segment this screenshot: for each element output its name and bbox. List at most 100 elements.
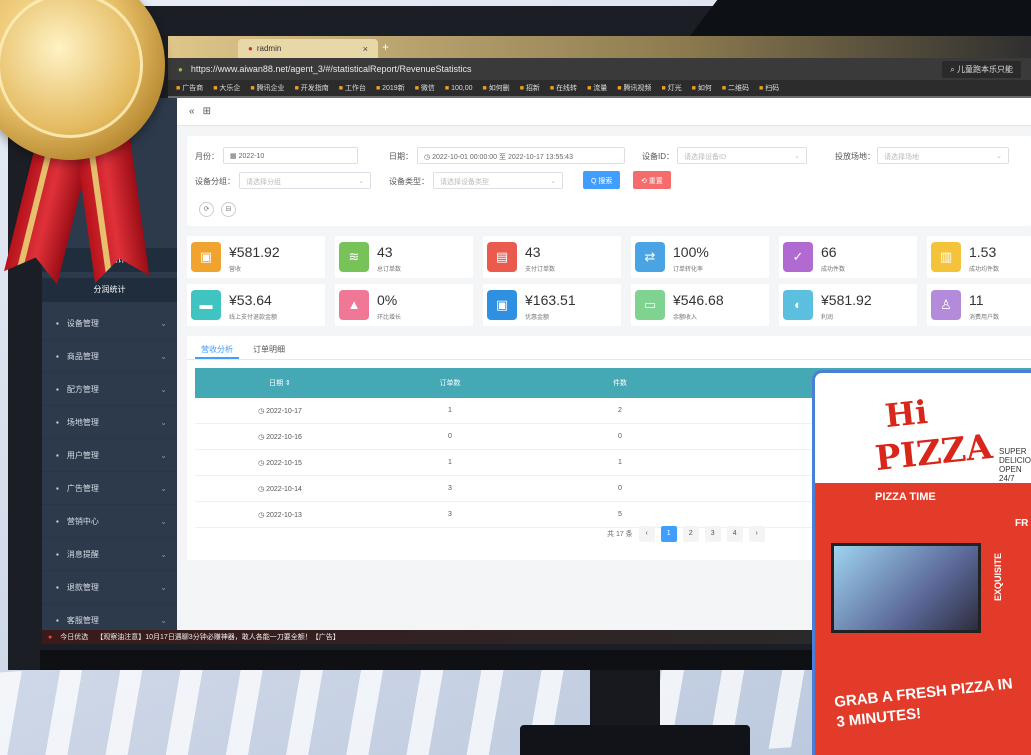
- bookmark-item[interactable]: 腾讯视频: [617, 83, 651, 93]
- venue-placeholder: 请选择场地: [884, 154, 919, 161]
- page-1[interactable]: 1: [660, 526, 677, 542]
- stat-card-value: ¥53.64: [229, 292, 272, 308]
- bookmark-item[interactable]: 工作台: [339, 83, 366, 93]
- sidebar-item[interactable]: ▪ 客服管理 ⌄: [42, 605, 177, 630]
- chevron-down-icon: ⌄: [160, 319, 167, 328]
- chevron-down-icon: ⌄: [550, 178, 556, 185]
- device-id-select[interactable]: 请选择设备ID ⌄: [677, 147, 807, 164]
- search-button[interactable]: Q 搜索: [583, 171, 621, 189]
- browser-tab[interactable]: ● radmin ×: [238, 39, 378, 58]
- chevron-down-icon: ⌄: [160, 484, 167, 493]
- tags-icon[interactable]: ⊞: [203, 106, 211, 117]
- stat-card-icon: ⇄: [635, 242, 665, 272]
- tab-bar: ● radmin × +: [168, 36, 1031, 58]
- tab-order-details[interactable]: 订单明细: [253, 336, 285, 359]
- bookmark-item[interactable]: 灯光: [661, 83, 682, 93]
- service-icon: ▪: [56, 616, 59, 625]
- bookmark-item[interactable]: 100,00: [445, 85, 472, 92]
- sidebar-item[interactable]: ▪ 消息提醒 ⌄: [42, 539, 177, 571]
- bookmark-item[interactable]: 腾讯企业: [250, 83, 285, 93]
- bookmark-item[interactable]: 微信: [415, 83, 435, 93]
- date-range-input[interactable]: ◷ 2022-10-01 00:00:00 至 2022-10-17 13:55…: [417, 147, 625, 164]
- columns-icon[interactable]: ⊟: [221, 202, 236, 217]
- sidebar-item[interactable]: ▪ 广告管理 ⌄: [42, 473, 177, 505]
- next-page-button[interactable]: ›: [748, 526, 765, 542]
- sidebar-item[interactable]: ▪ 设备管理 ⌄: [42, 308, 177, 340]
- monitor-icon: ▪: [56, 319, 59, 328]
- stat-card: ▤ 43 支付订单数: [483, 236, 621, 278]
- col-date[interactable]: 日期 ⇕: [195, 378, 365, 388]
- status-news[interactable]: 【观察油注意】10月17日遇聊3分钟必赚神器，敢人各能一刀要全额！【广告】: [96, 632, 339, 642]
- tab-revenue-analysis[interactable]: 营收分析: [195, 336, 239, 359]
- venue-label: 投放场地：: [835, 152, 875, 161]
- monitor-bezel-bottom: [40, 650, 820, 670]
- stat-card-label: 总订单数: [377, 267, 402, 273]
- sidebar-item-label: 退款管理: [66, 583, 99, 592]
- chevron-down-icon: ⌄: [996, 153, 1002, 160]
- sidebar-item-label: 设备管理: [66, 319, 99, 328]
- bookmark-item[interactable]: 如何删: [483, 83, 510, 93]
- type-placeholder: 请选择设备类型: [440, 179, 489, 186]
- clock-icon: ◷: [258, 459, 267, 467]
- bookmark-item[interactable]: 大乐企: [213, 83, 240, 93]
- cell-date-value: 2022-10-16: [266, 433, 302, 441]
- type-select[interactable]: 请选择设备类型 ⌄: [433, 172, 563, 189]
- sidebar-item[interactable]: ▪ 场地管理 ⌄: [42, 407, 177, 439]
- bookmark-item[interactable]: 流量: [587, 83, 607, 93]
- sidebar-subitem-profit-stats[interactable]: 分润统计: [42, 278, 177, 302]
- reset-button[interactable]: ⟲ 重置: [633, 171, 671, 189]
- tab-close-icon[interactable]: ×: [363, 44, 368, 54]
- browser-search-input[interactable]: ⌕ 儿童跑本乐只能: [942, 60, 1021, 78]
- pagination: 共 17 条 ‹ 1 2 3 4 ›: [607, 526, 765, 542]
- sidebar-item[interactable]: ▪ 营销中心 ⌄: [42, 506, 177, 538]
- stat-card-value: ¥581.92: [821, 292, 872, 308]
- stat-card-icon: ▥: [931, 242, 961, 272]
- bookmark-item[interactable]: 扫码: [759, 83, 779, 93]
- pizza-time-text: PIZZA TIME: [875, 491, 936, 503]
- cell-items: 0: [618, 433, 622, 440]
- stat-card-value: 43: [377, 244, 393, 260]
- bookmark-item[interactable]: 二维码: [722, 83, 749, 93]
- month-input[interactable]: ▦ 2022-10: [223, 147, 358, 164]
- stat-card-value: 100%: [673, 244, 709, 260]
- page-3[interactable]: 3: [704, 526, 721, 542]
- top-nav: « ⊞: [177, 98, 1031, 126]
- status-left[interactable]: 今日优选: [60, 632, 88, 642]
- stat-card-label: 营收: [229, 267, 242, 273]
- type-label: 设备类型：: [389, 177, 429, 186]
- collapse-icon[interactable]: «: [189, 106, 195, 117]
- url-field[interactable]: https://www.aiwan88.net/agent_3/#/statis…: [191, 64, 472, 74]
- tab-favicon-icon: ●: [248, 44, 253, 53]
- clock-icon: ◷: [258, 511, 267, 519]
- stat-card-label: 订单转化率: [673, 267, 704, 273]
- sidebar-item[interactable]: ▪ 退款管理 ⌄: [42, 572, 177, 604]
- sidebar-item[interactable]: ▪ 配方管理 ⌄: [42, 374, 177, 406]
- sidebar-item[interactable]: ▪ 用户管理 ⌄: [42, 440, 177, 472]
- group-select[interactable]: 请选择分组 ⌄: [239, 172, 371, 189]
- sidebar-item[interactable]: ▪ 商品管理 ⌄: [42, 341, 177, 373]
- cell-date: ◷ 2022-10-15: [195, 459, 365, 467]
- bookmark-item[interactable]: 招新: [520, 83, 540, 93]
- bookmark-item[interactable]: 2019新: [376, 83, 405, 93]
- prev-page-button[interactable]: ‹: [638, 526, 655, 542]
- sidebar-item-label: 消息提醒: [66, 550, 99, 559]
- bookmark-item[interactable]: 如何: [692, 83, 712, 93]
- venue-select[interactable]: 请选择场地 ⌄: [877, 147, 1009, 164]
- sidebar-item-label: 营销中心: [66, 517, 99, 526]
- stat-card-value: 0%: [377, 292, 398, 308]
- os-statusbar: ● 今日优选 【观察油注意】10月17日遇聊3分钟必赚神器，敢人各能一刀要全额！…: [42, 630, 842, 644]
- page-2[interactable]: 2: [682, 526, 699, 542]
- bookmark-item[interactable]: 开发指南: [295, 83, 329, 93]
- refresh-icon[interactable]: ⟳: [199, 202, 214, 217]
- bookmark-item[interactable]: 在线转: [550, 83, 577, 93]
- month-label: 月份：: [195, 152, 219, 161]
- cell-orders: 0: [448, 433, 452, 440]
- stat-card-label: 优惠金额: [525, 315, 550, 321]
- page-4[interactable]: 4: [726, 526, 743, 542]
- sidebar-item-label: 场地管理: [66, 418, 99, 427]
- new-tab-button[interactable]: +: [382, 40, 389, 54]
- stat-card-icon: ◐: [783, 290, 813, 320]
- bookmark-item[interactable]: 广告商: [176, 83, 203, 93]
- cell-items: 0: [618, 485, 622, 492]
- recipe-icon: ▪: [56, 385, 59, 394]
